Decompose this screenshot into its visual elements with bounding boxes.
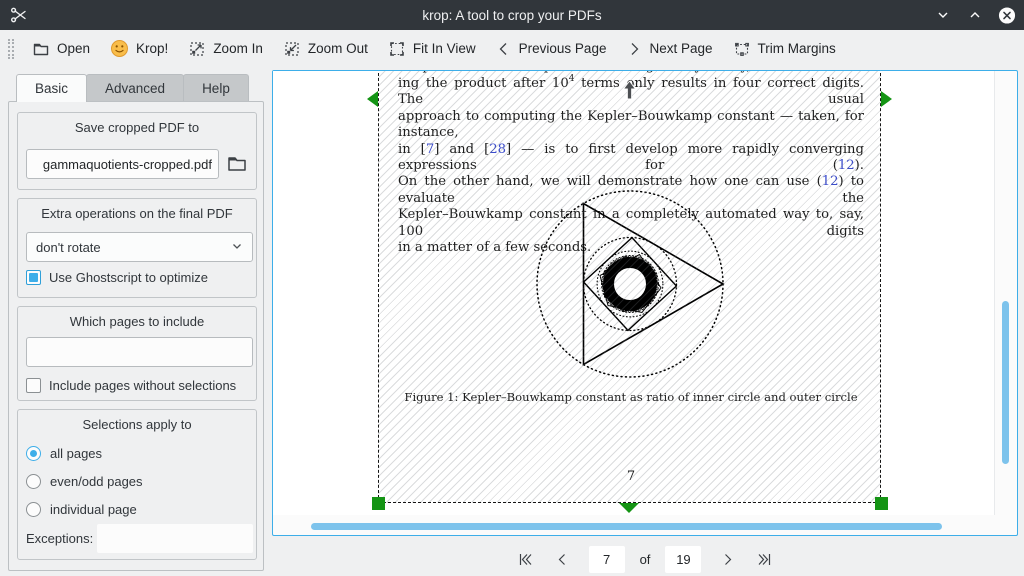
next-page-nav-button[interactable] xyxy=(716,548,738,570)
tab-advanced[interactable]: Advanced xyxy=(86,74,184,101)
filename-value: gammaquotients-cropped.pdf xyxy=(43,157,218,172)
krop-window: krop: A tool to crop your PDFs Open Krop… xyxy=(0,0,1024,576)
current-page-input[interactable] xyxy=(589,546,625,573)
pages-input[interactable] xyxy=(26,337,253,367)
fit-in-view-label: Fit In View xyxy=(413,41,476,56)
fit-in-view-icon xyxy=(388,40,406,58)
selection-bottom-right-handle[interactable] xyxy=(875,497,888,510)
ghostscript-checkbox-row: Use Ghostscript to optimize xyxy=(26,270,208,285)
selection-left-handle[interactable] xyxy=(367,91,378,107)
rotate-dropdown-value: don't rotate xyxy=(36,240,101,255)
window-title: krop: A tool to crop your PDFs xyxy=(0,8,1024,23)
horizontal-scrollbar[interactable] xyxy=(311,523,942,530)
which-pages-group: Which pages to include Include pages wit… xyxy=(17,306,257,401)
include-pages-label: Include pages without selections xyxy=(49,378,236,393)
next-page-label: Next Page xyxy=(649,41,712,56)
radio-individual-dot[interactable] xyxy=(26,502,41,517)
trim-margins-label: Trim Margins xyxy=(758,41,836,56)
sidebar-tabs: Basic Advanced Help xyxy=(16,74,248,102)
extra-group-title: Extra operations on the final PDF xyxy=(18,199,256,221)
tab-help[interactable]: Help xyxy=(183,74,249,101)
radio-all-pages-dot[interactable] xyxy=(26,446,41,461)
radio-all-pages[interactable]: all pages xyxy=(26,446,102,461)
radio-even-odd-label: even/odd pages xyxy=(50,474,143,489)
radio-individual-label: individual page xyxy=(50,502,137,517)
selections-group: Selections apply to all pages even/odd p… xyxy=(17,409,257,560)
chevron-down-icon xyxy=(231,240,243,255)
chevron-left-icon xyxy=(496,41,512,57)
zoom-out-icon xyxy=(283,40,301,58)
rotate-dropdown[interactable]: don't rotate xyxy=(26,232,253,262)
prev-page-button[interactable] xyxy=(552,548,574,570)
pdf-page[interactable]: We point out that the product converges … xyxy=(273,71,995,515)
open-button[interactable]: Open xyxy=(22,35,100,63)
last-page-button[interactable] xyxy=(753,548,775,570)
close-button[interactable] xyxy=(998,6,1016,24)
extra-operations-group: Extra operations on the final PDF don't … xyxy=(17,198,257,298)
mouse-cursor-icon xyxy=(623,81,636,105)
radio-even-odd-dot[interactable] xyxy=(26,474,41,489)
previous-page-label: Previous Page xyxy=(519,41,607,56)
ghostscript-label: Use Ghostscript to optimize xyxy=(49,270,208,285)
selection-right-handle[interactable] xyxy=(881,91,892,107)
selections-group-title: Selections apply to xyxy=(18,410,256,432)
fit-in-view-button[interactable]: Fit In View xyxy=(378,35,486,63)
titlebar[interactable]: krop: A tool to crop your PDFs xyxy=(0,0,1024,30)
zoom-out-button[interactable]: Zoom Out xyxy=(273,35,378,63)
save-group-title: Save cropped PDF to xyxy=(18,113,256,135)
crop-selection[interactable] xyxy=(378,71,881,503)
zoom-out-label: Zoom Out xyxy=(308,41,368,56)
trim-margins-button[interactable]: Trim Margins xyxy=(723,35,846,63)
exceptions-input[interactable] xyxy=(97,524,253,553)
tab-basic[interactable]: Basic xyxy=(16,74,87,102)
previous-page-button[interactable]: Previous Page xyxy=(486,36,617,62)
total-pages-value: 19 xyxy=(665,546,701,573)
browse-folder-button[interactable] xyxy=(226,152,248,179)
of-label: of xyxy=(640,552,651,567)
sidebar-panel: Save cropped PDF to gammaquotients-cropp… xyxy=(8,101,264,571)
krop-label: Krop! xyxy=(136,41,168,56)
include-pages-checkbox[interactable] xyxy=(26,378,41,393)
toolbar: Open Krop! Zoom In Zoom Out Fit In View … xyxy=(0,30,1024,67)
radio-individual-page[interactable]: individual page xyxy=(26,502,137,517)
radio-all-pages-label: all pages xyxy=(50,446,102,461)
selection-bottom-handle[interactable] xyxy=(619,503,639,513)
save-group: Save cropped PDF to gammaquotients-cropp… xyxy=(17,112,257,190)
zoom-in-label: Zoom In xyxy=(213,41,263,56)
trim-margins-icon xyxy=(733,40,751,58)
maximize-button[interactable] xyxy=(966,6,984,24)
page-navigation: of 19 xyxy=(272,543,1018,575)
exceptions-label: Exceptions: xyxy=(26,531,93,546)
zoom-in-button[interactable]: Zoom In xyxy=(178,35,273,63)
pdf-preview-frame: We point out that the product converges … xyxy=(272,70,1018,536)
radio-even-odd-pages[interactable]: even/odd pages xyxy=(26,474,143,489)
toolbar-drag-handle[interactable] xyxy=(8,39,14,59)
selection-bottom-left-handle[interactable] xyxy=(372,497,385,510)
krop-button[interactable]: Krop! xyxy=(100,34,178,63)
smiley-icon xyxy=(110,39,129,58)
open-label: Open xyxy=(57,41,90,56)
filename-input[interactable]: gammaquotients-cropped.pdf xyxy=(26,149,219,179)
ghostscript-checkbox[interactable] xyxy=(26,270,41,285)
folder-icon xyxy=(32,40,50,58)
minimize-button[interactable] xyxy=(934,6,952,24)
vertical-scrollbar[interactable] xyxy=(1002,301,1009,464)
include-pages-checkbox-row: Include pages without selections xyxy=(26,378,236,393)
first-page-button[interactable] xyxy=(515,548,537,570)
next-page-button[interactable]: Next Page xyxy=(616,36,722,62)
pages-group-title: Which pages to include xyxy=(18,307,256,329)
zoom-in-icon xyxy=(188,40,206,58)
chevron-right-icon xyxy=(626,41,642,57)
